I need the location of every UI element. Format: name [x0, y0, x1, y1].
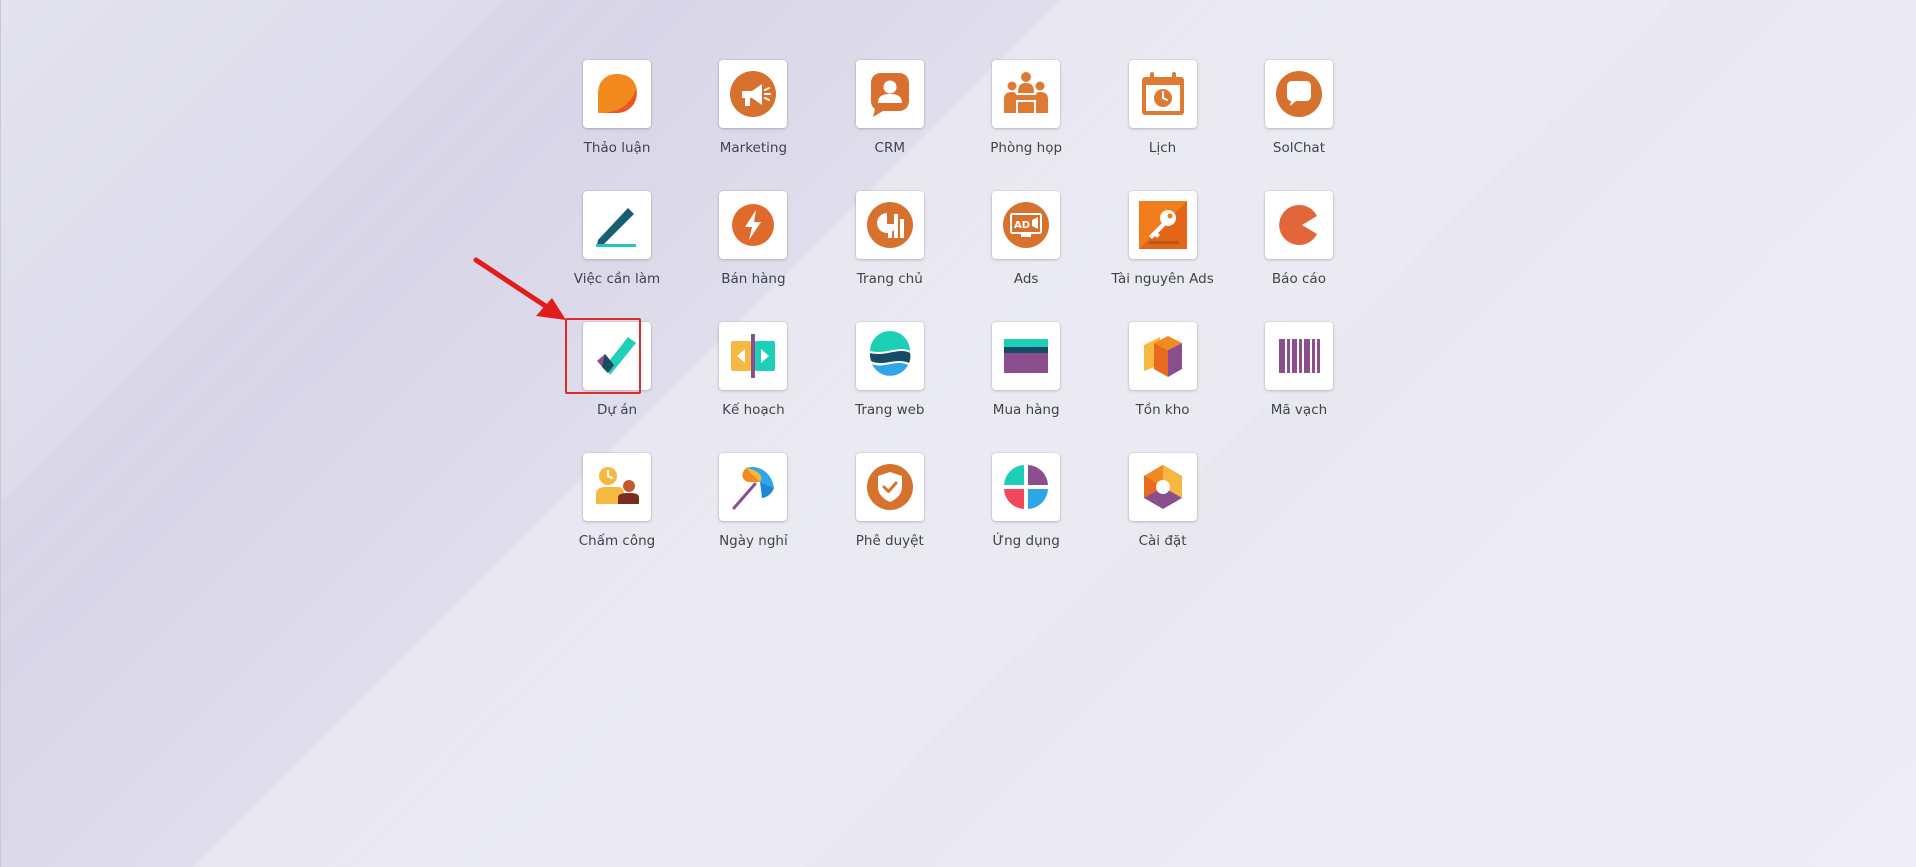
window-edge — [0, 0, 1, 867]
app-label: Ngày nghỉ — [719, 533, 788, 549]
app-du-an[interactable]: Dự án — [565, 318, 704, 453]
app-label: Thảo luận — [583, 140, 651, 156]
app-label: Phòng họp — [990, 140, 1063, 156]
app-tile[interactable] — [1264, 60, 1333, 128]
app-grid: Thảo luận Marketing CRM Phòng họp Lịch S… — [565, 60, 1386, 584]
marketing-megaphone-icon — [730, 71, 777, 117]
ads-key-icon — [1138, 201, 1187, 249]
app-label: Tài nguyên Ads — [1111, 271, 1214, 287]
app-tile[interactable] — [719, 322, 788, 390]
chat-bubble-icon — [1275, 71, 1322, 117]
app-lich[interactable]: Lịch — [1114, 60, 1250, 191]
app-label: Cài đặt — [1138, 533, 1187, 549]
todo-pen-icon — [596, 208, 636, 247]
app-bao-cao[interactable]: Báo cáo — [1250, 191, 1386, 322]
meeting-room-icon — [1004, 72, 1049, 113]
crm-contact-icon — [870, 73, 909, 117]
report-pie-icon — [1279, 204, 1321, 245]
app-ngay-nghi[interactable]: Ngày nghỉ — [704, 453, 840, 584]
app-solchat[interactable]: SolChat — [1250, 60, 1386, 191]
app-label: Tồn kho — [1135, 402, 1190, 418]
app-ke-hoach[interactable]: Kế hoạch — [704, 322, 840, 453]
app-phe-duyet[interactable]: Phê duyệt — [841, 453, 977, 584]
app-tile[interactable]: AD — [992, 191, 1061, 259]
sales-bolt-icon — [732, 204, 775, 246]
app-tile[interactable] — [1128, 60, 1197, 128]
app-tile[interactable] — [1264, 191, 1333, 259]
app-marketing[interactable]: Marketing — [704, 60, 840, 191]
app-tile[interactable] — [1128, 191, 1197, 259]
planning-icon — [731, 334, 776, 378]
calendar-icon — [1141, 72, 1184, 115]
app-tile[interactable] — [1264, 322, 1333, 390]
app-cai-dat[interactable]: Cài đặt — [1114, 453, 1250, 584]
app-tile[interactable] — [583, 60, 651, 128]
app-tile[interactable] — [992, 322, 1061, 390]
app-tile[interactable] — [855, 191, 924, 259]
app-label: Mã vạch — [1270, 402, 1328, 418]
apps-icon — [1004, 465, 1049, 509]
app-label: Mua hàng — [992, 402, 1060, 418]
app-tile[interactable] — [992, 453, 1061, 521]
app-ung-dung[interactable]: Ứng dụng — [977, 453, 1113, 584]
app-label: Phê duyệt — [855, 533, 924, 549]
app-trang-web[interactable]: Trang web — [841, 322, 977, 453]
barcode-icon — [1278, 339, 1320, 373]
approval-shield-icon — [866, 464, 913, 510]
app-label: Ứng dụng — [992, 533, 1060, 549]
app-tile[interactable] — [1128, 322, 1197, 390]
app-tile[interactable] — [719, 191, 788, 259]
svg-text:AD: AD — [1014, 220, 1030, 231]
inventory-box-icon — [1143, 336, 1182, 377]
app-trang-chu[interactable]: Trang chủ — [841, 191, 977, 322]
app-phong-hop[interactable]: Phòng họp — [977, 60, 1113, 191]
app-viec-can-lam[interactable]: Việc cần làm — [568, 191, 704, 322]
app-ma-vach[interactable]: Mã vạch — [1250, 322, 1386, 453]
app-label: Ads — [1013, 271, 1039, 287]
app-label: CRM — [874, 140, 906, 156]
app-ton-kho[interactable]: Tồn kho — [1114, 322, 1250, 453]
app-label: Lịch — [1148, 140, 1177, 156]
app-ban-hang[interactable]: Bán hàng — [704, 191, 840, 322]
app-tile[interactable] — [992, 60, 1061, 128]
app-tile[interactable] — [583, 191, 651, 259]
app-label: Báo cáo — [1271, 271, 1326, 287]
project-check-icon — [597, 337, 636, 375]
app-label: Dự án — [596, 402, 638, 418]
website-icon — [869, 331, 911, 376]
time-off-umbrella-icon — [732, 466, 775, 510]
app-tile[interactable] — [583, 322, 651, 390]
app-label: Chấm công — [578, 533, 656, 549]
app-tile[interactable] — [719, 453, 788, 521]
app-label: Kế hoạch — [722, 402, 785, 418]
annotation-arrow-icon — [473, 257, 566, 320]
app-label: Việc cần làm — [573, 271, 661, 287]
app-label: SolChat — [1272, 140, 1326, 156]
app-tile[interactable] — [583, 453, 651, 521]
app-label: Trang web — [855, 402, 925, 418]
purchase-card-icon — [1004, 339, 1049, 373]
app-label: Marketing — [719, 140, 788, 156]
attendance-icon — [596, 467, 639, 504]
app-tile[interactable] — [855, 60, 924, 128]
app-label: Bán hàng — [721, 271, 786, 287]
app-cham-cong[interactable]: Chấm công — [568, 453, 704, 584]
app-tile[interactable] — [855, 322, 924, 390]
app-thao-luan[interactable]: Thảo luận — [568, 60, 704, 191]
app-crm[interactable]: CRM — [841, 60, 977, 191]
app-ads[interactable]: AD Ads — [977, 191, 1113, 322]
app-tile[interactable] — [1128, 453, 1197, 521]
settings-icon — [1143, 465, 1182, 509]
app-tile[interactable] — [719, 60, 788, 128]
ads-monitor-icon: AD — [1003, 202, 1050, 248]
app-tai-nguyen-ads[interactable]: Tài nguyên Ads — [1111, 191, 1250, 322]
app-mua-hang[interactable]: Mua hàng — [977, 322, 1113, 453]
dashboard-chart-icon — [866, 202, 913, 248]
app-tile[interactable] — [855, 453, 924, 521]
discuss-icon — [598, 74, 637, 113]
app-label: Trang chủ — [856, 271, 923, 287]
